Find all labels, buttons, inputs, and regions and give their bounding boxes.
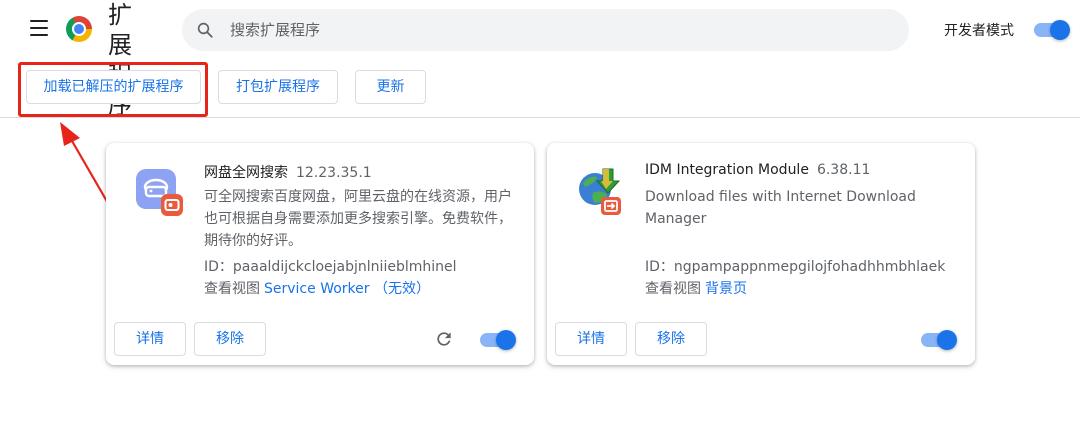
extension-card: IDM Integration Module 6.38.11 Download f… (547, 143, 975, 365)
header: 扩展程序 开发者模式 (0, 0, 1080, 119)
extension-id-label: ID： (645, 259, 674, 275)
idm-globe-icon (579, 168, 621, 215)
remove-button[interactable]: 移除 (635, 322, 707, 356)
cloud-drive-icon (136, 169, 183, 216)
extension-views: 查看视图 背景页 (645, 278, 747, 298)
menu-icon[interactable] (30, 20, 50, 36)
details-button[interactable]: 详情 (555, 322, 627, 356)
views-label: 查看视图 (204, 281, 260, 297)
search-icon (197, 22, 213, 38)
extension-name: IDM Integration Module 6.38.11 (645, 162, 870, 178)
extension-enable-toggle[interactable] (480, 330, 516, 350)
update-button[interactable]: 更新 (355, 70, 426, 104)
extension-name: 网盘全网搜索 12.23.35.1 (204, 162, 372, 182)
reload-icon[interactable] (434, 329, 454, 349)
extension-description: Download files with Internet Download Ma… (645, 189, 916, 227)
extension-card: 网盘全网搜索 12.23.35.1 可全网搜索百度网盘，阿里云盘的在线资源，用户也… (106, 143, 534, 365)
dev-mode-toggle[interactable] (1034, 20, 1070, 40)
extension-id-value: paaaldijckcloejabjnlniieblmhinel (232, 259, 457, 275)
chrome-logo-icon (66, 16, 92, 42)
extension-id-value: ngpampappnmepgilojfohadhhmbhlaek (673, 259, 946, 275)
search-input[interactable] (230, 9, 890, 51)
extension-version: 12.23.35.1 (296, 165, 372, 181)
search-box[interactable] (182, 9, 909, 51)
extension-views: 查看视图 Service Worker （无效） (204, 278, 430, 298)
extension-description: 可全网搜索百度网盘，阿里云盘的在线资源，用户也可根据自身需要添加更多搜索引擎。免… (204, 189, 512, 249)
views-label: 查看视图 (645, 281, 701, 297)
annotation-highlight-box (18, 62, 208, 117)
pack-extension-button[interactable]: 打包扩展程序 (218, 70, 338, 104)
extension-id-label: ID： (204, 259, 233, 275)
extension-id: ID：paaaldijckcloejabjnlniieblmhinel (204, 256, 457, 276)
extension-id: ID：ngpampappnmepgilojfohadhhmbhlaek (645, 256, 945, 276)
details-button[interactable]: 详情 (114, 322, 186, 356)
service-worker-link[interactable]: Service Worker （无效） (264, 281, 430, 297)
extension-enable-toggle[interactable] (921, 330, 957, 350)
dev-mode-label: 开发者模式 (944, 23, 1014, 39)
extension-name-text: IDM Integration Module (645, 162, 809, 178)
remove-button[interactable]: 移除 (194, 322, 266, 356)
extension-version: 6.38.11 (816, 162, 871, 178)
extension-name-text: 网盘全网搜索 (204, 165, 288, 181)
background-page-link[interactable]: 背景页 (705, 281, 747, 297)
